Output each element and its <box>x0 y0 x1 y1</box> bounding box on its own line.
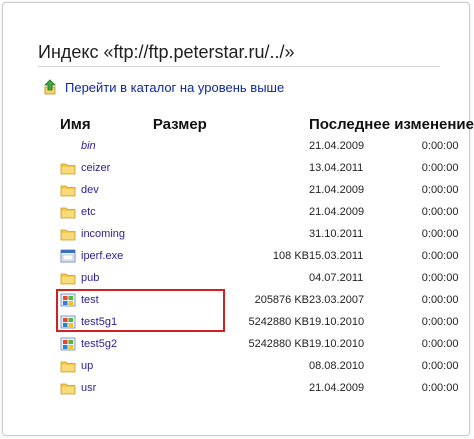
size-cell: 108 KB <box>272 250 310 262</box>
name-cell: usr <box>60 377 153 399</box>
file-link[interactable]: usr <box>81 382 96 394</box>
time-cell: 0:00:00 <box>421 228 459 240</box>
time-cell: 0:00:00 <box>421 250 459 262</box>
size-cell <box>153 223 309 245</box>
table-header-row: Имя Размер Последнее изменение <box>60 113 474 135</box>
file-link[interactable]: test <box>81 294 99 306</box>
folder-icon <box>60 204 76 220</box>
folder-icon <box>60 270 76 286</box>
table-row: test5g2 5242880 KB 19.10.2010 0:00:00 <box>60 333 474 355</box>
name-cell: test5g2 <box>60 333 153 355</box>
page-title: Индекс «ftp://ftp.peterstar.ru/../» <box>38 42 295 62</box>
file-link[interactable]: dev <box>81 184 99 196</box>
up-arrow-icon <box>44 79 60 95</box>
windows-file-icon <box>60 336 76 352</box>
size-cell: 205876 KB <box>254 294 310 306</box>
size-cell <box>153 377 309 399</box>
exe-file-icon <box>60 248 76 264</box>
title-divider <box>38 66 440 67</box>
name-cell: ceizer <box>60 157 153 179</box>
date-cell: 19.10.2010 <box>309 316 365 328</box>
name-cell: dev <box>60 179 153 201</box>
table-row: pub 04.07.2011 0:00:00 <box>60 267 474 289</box>
parent-directory-label: Перейти в каталог на уровень выше <box>65 79 285 95</box>
name-cell: etc <box>60 201 153 223</box>
folder-icon <box>60 358 76 374</box>
parent-directory-link[interactable]: Перейти в каталог на уровень выше <box>44 78 284 96</box>
table-row: usr 21.04.2009 0:00:00 <box>60 377 474 399</box>
date-cell: 15.03.2011 <box>309 250 364 262</box>
table-row: dev 21.04.2009 0:00:00 <box>60 179 474 201</box>
size-cell <box>153 157 309 179</box>
size-cell <box>153 267 309 289</box>
folder-icon <box>60 226 76 242</box>
file-listing-table: Имя Размер Последнее изменение bin 21.04.… <box>60 113 474 399</box>
table-row: test5g1 5242880 KB 19.10.2010 0:00:00 <box>60 311 474 333</box>
time-cell: 0:00:00 <box>421 294 459 306</box>
date-cell: 31.10.2011 <box>309 228 364 240</box>
file-link[interactable]: etc <box>81 206 96 218</box>
time-cell: 0:00:00 <box>421 206 459 218</box>
file-link[interactable]: bin <box>81 140 96 152</box>
file-link[interactable]: test5g2 <box>81 338 117 350</box>
folder-icon <box>60 160 76 176</box>
column-header-size[interactable]: Размер <box>153 113 309 135</box>
file-rows: bin 21.04.2009 0:00:00 ceizer 13.04.2011 0:00… <box>60 135 474 399</box>
table-row: bin 21.04.2009 0:00:00 <box>60 135 474 157</box>
file-link[interactable]: test5g1 <box>81 316 117 328</box>
date-cell: 08.08.2010 <box>309 360 365 372</box>
size-cell: 5242880 KB <box>248 338 310 350</box>
name-cell: pub <box>60 267 153 289</box>
date-cell: 21.04.2009 <box>309 382 365 394</box>
date-cell: 23.03.2007 <box>309 294 365 306</box>
size-cell <box>153 135 309 157</box>
date-cell: 21.04.2009 <box>309 206 365 218</box>
date-cell: 21.04.2009 <box>309 184 365 196</box>
time-cell: 0:00:00 <box>421 162 459 174</box>
name-cell: bin <box>60 135 153 157</box>
name-cell: incoming <box>60 223 153 245</box>
date-cell: 04.07.2011 <box>309 272 364 284</box>
file-link[interactable]: ceizer <box>81 162 110 174</box>
time-cell: 0:00:00 <box>421 316 459 328</box>
time-cell: 0:00:00 <box>421 272 459 284</box>
name-cell: iperf.exe <box>60 245 153 267</box>
table-row: iperf.exe 108 KB 15.03.2011 0:00:00 <box>60 245 474 267</box>
date-cell: 21.04.2009 <box>309 140 365 152</box>
column-header-modified[interactable]: Последнее изменение <box>309 113 474 135</box>
file-link[interactable]: iperf.exe <box>81 250 123 262</box>
time-cell: 0:00:00 <box>421 140 459 152</box>
date-cell: 19.10.2010 <box>309 338 365 350</box>
column-header-name[interactable]: Имя <box>60 113 153 135</box>
size-cell: 5242880 KB <box>248 316 310 328</box>
name-cell: test5g1 <box>60 311 153 333</box>
folder-icon <box>60 182 76 198</box>
date-cell: 13.04.2011 <box>309 162 364 174</box>
windows-file-icon <box>60 314 76 330</box>
table-row: test 205876 KB 23.03.2007 0:00:00 <box>60 289 474 311</box>
size-cell <box>153 355 309 377</box>
table-row: up 08.08.2010 0:00:00 <box>60 355 474 377</box>
time-cell: 0:00:00 <box>421 382 459 394</box>
name-cell: test <box>60 289 153 311</box>
name-cell: up <box>60 355 153 377</box>
windows-file-icon <box>60 292 76 308</box>
size-cell <box>153 201 309 223</box>
time-cell: 0:00:00 <box>421 360 459 372</box>
folder-icon <box>60 380 76 396</box>
file-link[interactable]: pub <box>81 272 99 284</box>
table-row: etc 21.04.2009 0:00:00 <box>60 201 474 223</box>
table-row: incoming 31.10.2011 0:00:00 <box>60 223 474 245</box>
file-link[interactable]: up <box>81 360 93 372</box>
size-cell <box>153 179 309 201</box>
table-row: ceizer 13.04.2011 0:00:00 <box>60 157 474 179</box>
file-link[interactable]: incoming <box>81 228 125 240</box>
time-cell: 0:00:00 <box>421 184 459 196</box>
time-cell: 0:00:00 <box>421 338 459 350</box>
